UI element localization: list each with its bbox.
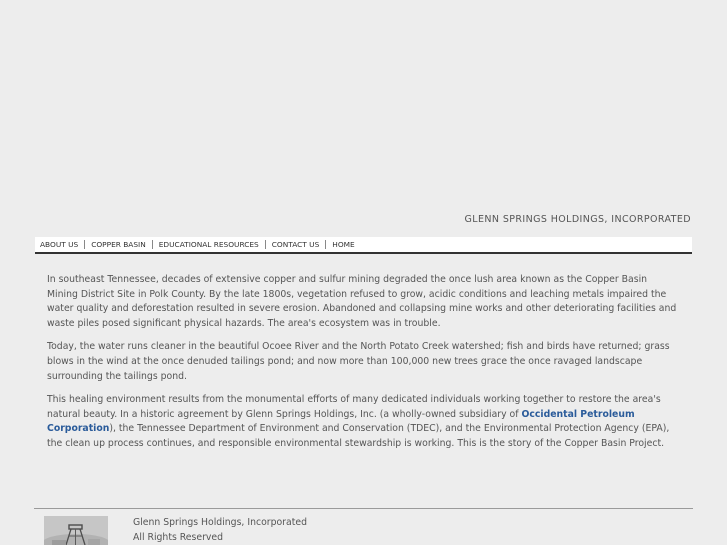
- intro-paragraph: In southeast Tennessee, decades of exten…: [47, 274, 677, 329]
- footer-rights: All Rights Reserved: [133, 531, 224, 543]
- footer-photo: [44, 516, 108, 545]
- main-nav: ABOUT US COPPER BASIN EDUCATIONAL RESOUR…: [35, 237, 692, 254]
- mine-headframe-icon: [44, 516, 108, 545]
- footer-divider: [34, 508, 693, 509]
- nav-separator: [264, 240, 266, 249]
- main-content: In southeast Tennessee, decades of exten…: [47, 273, 677, 461]
- footer-text: Glenn Springs Holdings, Incorporated All…: [133, 516, 307, 545]
- today-paragraph: Today, the water runs cleaner in the bea…: [47, 341, 670, 382]
- nav-about-us[interactable]: ABOUT US: [40, 240, 78, 249]
- nav-separator: [151, 240, 153, 249]
- nav-separator: [325, 240, 327, 249]
- company-name: GLENN SPRINGS HOLDINGS, INCORPORATED: [464, 214, 691, 225]
- nav-educational-resources[interactable]: EDUCATIONAL RESOURCES: [159, 240, 259, 249]
- healing-text-end: ), the Tennessee Department of Environme…: [47, 423, 670, 449]
- healing-paragraph: This healing environment results from th…: [47, 393, 677, 451]
- nav-home[interactable]: HOME: [332, 240, 354, 249]
- nav-copper-basin[interactable]: COPPER BASIN: [91, 240, 146, 249]
- nav-separator: [84, 240, 86, 249]
- nav-contact-us[interactable]: CONTACT US: [272, 240, 320, 249]
- footer-company: Glenn Springs Holdings, Incorporated: [133, 517, 307, 528]
